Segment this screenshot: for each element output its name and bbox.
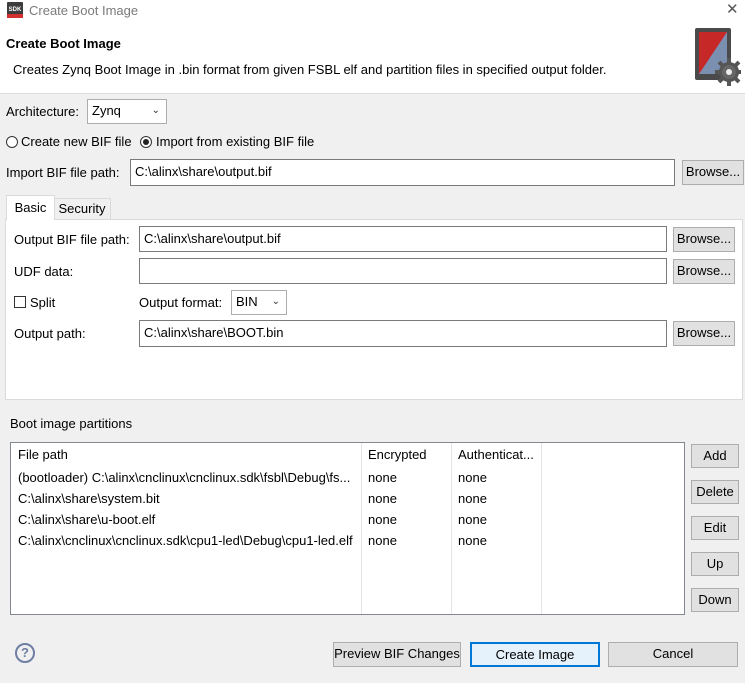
column-divider [361,443,362,614]
architecture-select[interactable]: Zynq ⌄ [87,99,167,124]
output-path-browse-button[interactable]: Browse... [673,321,735,346]
delete-partition-button[interactable]: Delete [691,480,739,504]
split-checkbox[interactable] [14,296,26,308]
column-header-encrypted[interactable]: Encrypted [368,447,427,462]
output-bif-label: Output BIF file path: [14,232,130,247]
table-row-path[interactable]: C:\alinx\share\u-boot.elf [18,512,358,527]
table-row-path[interactable]: C:\alinx\share\system.bit [18,491,358,506]
table-row-encrypted[interactable]: none [368,533,397,548]
window-title: Create Boot Image [29,3,139,18]
chevron-down-icon: ⌄ [271,296,280,307]
header-title: Create Boot Image [6,36,121,51]
partitions-section-label: Boot image partitions [10,416,133,431]
udf-data-field[interactable] [139,258,667,284]
output-format-value: BIN [236,294,258,309]
udf-browse-button[interactable]: Browse... [673,259,735,284]
table-row-encrypted[interactable]: none [368,491,397,506]
create-new-bif-radio[interactable] [6,136,18,148]
sdk-app-icon: SDK [7,2,23,18]
architecture-value: Zynq [92,103,121,118]
table-row-auth[interactable]: none [458,470,487,485]
output-bif-path-field[interactable]: C:\alinx\share\output.bif [139,226,667,252]
create-image-button[interactable]: Create Image [470,642,600,667]
import-bif-browse-button[interactable]: Browse... [682,160,744,185]
architecture-label: Architecture: [6,104,79,119]
move-down-button[interactable]: Down [691,588,739,612]
dialog-header [0,22,745,94]
edit-partition-button[interactable]: Edit [691,516,739,540]
table-row-auth[interactable]: none [458,533,487,548]
import-bif-path-field[interactable]: C:\alinx\share\output.bif [130,159,675,186]
table-row-encrypted[interactable]: none [368,470,397,485]
tab-basic[interactable]: Basic [6,195,55,220]
table-row-path[interactable]: (bootloader) C:\alinx\cnclinux\cnclinux.… [18,470,358,485]
help-icon[interactable]: ? [15,643,35,663]
udf-data-label: UDF data: [14,264,74,279]
add-partition-button[interactable]: Add [691,444,739,468]
boot-image-gear-icon [695,28,741,86]
column-divider [541,443,542,614]
output-format-label: Output format: [139,295,223,310]
table-row-auth[interactable]: none [458,512,487,527]
header-description: Creates Zynq Boot Image in .bin format f… [13,62,607,77]
split-label[interactable]: Split [30,295,55,310]
tab-security[interactable]: Security [53,198,111,219]
import-existing-bif-radio[interactable] [140,136,152,148]
cancel-button[interactable]: Cancel [608,642,738,667]
output-path-field[interactable]: C:\alinx\share\BOOT.bin [139,320,667,347]
preview-bif-changes-button[interactable]: Preview BIF Changes [333,642,461,667]
chevron-down-icon: ⌄ [151,105,160,116]
column-header-authenticated[interactable]: Authenticat... [458,447,538,462]
column-divider [451,443,452,614]
output-format-select[interactable]: BIN ⌄ [231,290,287,315]
output-path-label: Output path: [14,326,86,341]
import-bif-label: Import BIF file path: [6,165,120,180]
create-new-bif-label[interactable]: Create new BIF file [21,134,132,149]
app-icon-text: SDK [8,7,22,13]
close-icon[interactable]: ✕ [726,0,739,18]
table-row-encrypted[interactable]: none [368,512,397,527]
table-row-auth[interactable]: none [458,491,487,506]
move-up-button[interactable]: Up [691,552,739,576]
import-existing-bif-label[interactable]: Import from existing BIF file [156,134,314,149]
column-header-file-path[interactable]: File path [18,447,68,462]
table-row-path[interactable]: C:\alinx\cnclinux\cnclinux.sdk\cpu1-led\… [18,533,360,548]
partitions-table[interactable] [10,442,685,615]
output-bif-browse-button[interactable]: Browse... [673,227,735,252]
